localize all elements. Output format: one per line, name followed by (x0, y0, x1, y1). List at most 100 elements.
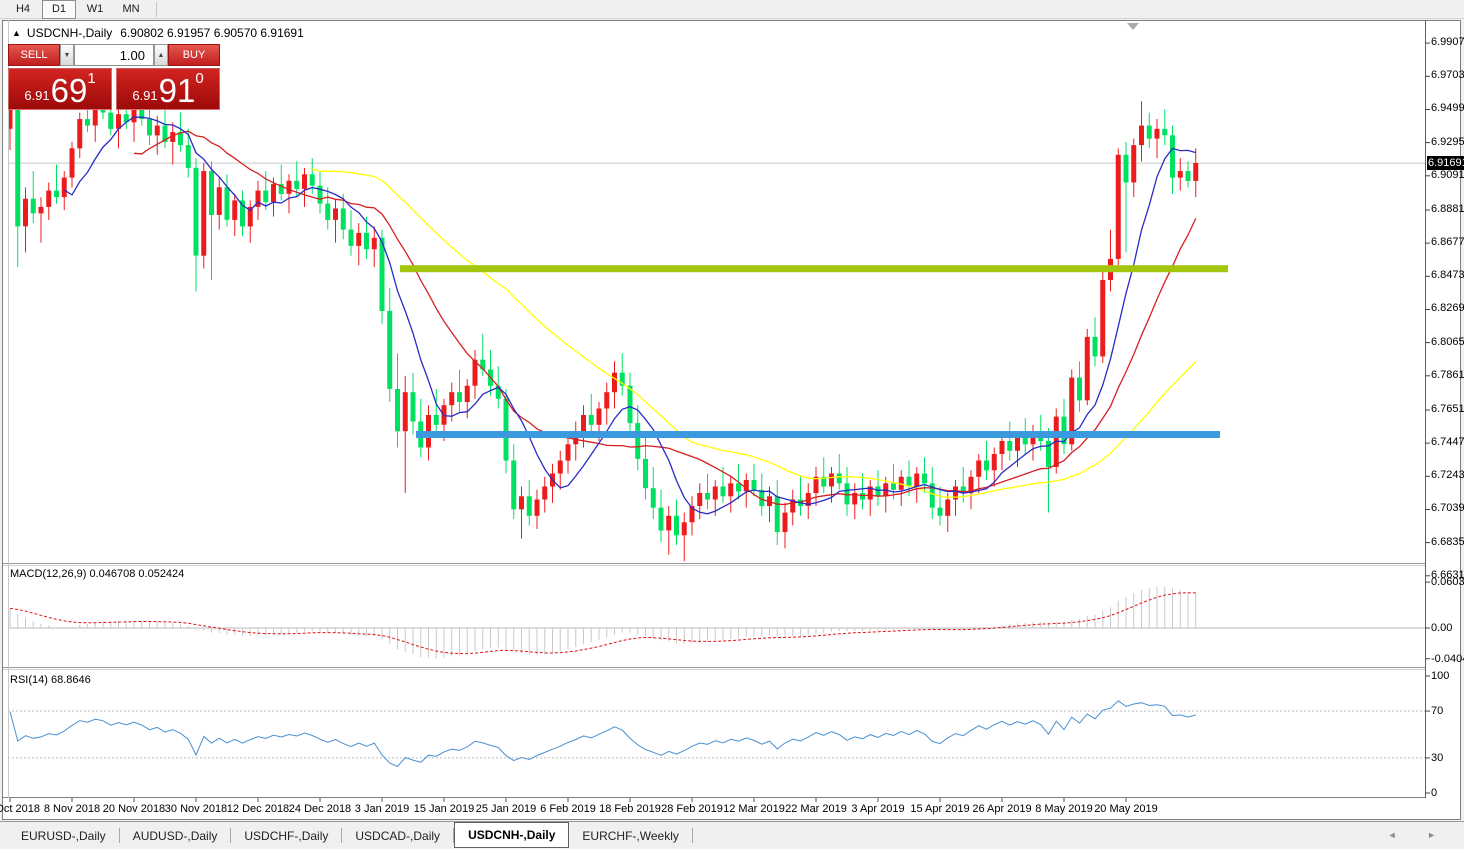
candle-body (333, 208, 338, 220)
candle-body (464, 385, 470, 402)
volume-increase-button[interactable]: ▲ (154, 44, 168, 66)
candle-body (984, 460, 989, 471)
timeframe-button-h4[interactable]: H4 (6, 0, 40, 19)
candle-body (224, 187, 230, 220)
candle-body (565, 444, 571, 461)
candle-body (61, 177, 67, 198)
chart-tab-usdcnh-daily[interactable]: USDCNH-,Daily (454, 822, 570, 848)
price-axis-label: 6.68350 (1431, 536, 1464, 548)
chart-tab-bar: EURUSD-,Daily AUDUSD-,Daily USDCHF-,Daily U… (0, 821, 1464, 849)
candle-body (154, 125, 160, 136)
candle-body (999, 441, 1005, 454)
candle-body (286, 180, 292, 194)
candle-body (410, 392, 416, 422)
candle-body (705, 493, 710, 500)
rsi-axis-label: 70 (1431, 705, 1444, 717)
macd-panel-layer (8, 586, 1425, 659)
sell-price-tile[interactable]: 6.91 69 1 (8, 68, 112, 110)
tab-scroll-arrows[interactable]: ◄ ► (1388, 830, 1450, 840)
volume-input[interactable] (74, 44, 154, 66)
candle-body (557, 460, 563, 474)
candle-body (860, 493, 865, 500)
price-axis-label: 6.90910 (1431, 169, 1464, 181)
candle-body (348, 229, 354, 246)
candle-body (829, 473, 834, 487)
candle-body (433, 415, 439, 425)
chart-tab-eurchf-weekly[interactable]: EURCHF-,Weekly (569, 825, 691, 847)
candle-body (503, 398, 509, 461)
rsi-axis-label: 100 (1431, 670, 1450, 682)
candle-body (240, 200, 245, 227)
candle-body (1193, 163, 1199, 181)
candle-body (1007, 441, 1013, 451)
timeframe-button-d1[interactable]: D1 (42, 0, 76, 19)
volume-decrease-button[interactable]: ▼ (60, 44, 74, 66)
collapse-arrow-icon[interactable]: ▲ (12, 28, 21, 38)
chart-tab-eurusd-daily[interactable]: EURUSD-,Daily (8, 825, 119, 847)
candle-body (232, 200, 238, 220)
sell-price-small: 6.91 (24, 88, 50, 103)
one-click-trade-panel: SELL ▼ ▲ BUY 6.91 69 1 6.91 91 0 (8, 44, 220, 110)
candle-body (209, 171, 214, 215)
symbol-period-label: USDCNH-,Daily (26, 26, 113, 40)
candle-body (1154, 128, 1160, 139)
candle-body (185, 145, 191, 168)
candle-body (945, 499, 951, 516)
candle-body (1131, 145, 1137, 183)
chart-tab-audusd-daily[interactable]: AUDUSD-,Daily (120, 825, 231, 847)
candle-body (402, 392, 408, 432)
rsi-axis-label: 30 (1431, 752, 1444, 764)
candle-body (875, 486, 881, 497)
candle-body (356, 232, 362, 246)
candle-body (395, 389, 400, 432)
resistance-ray[interactable] (400, 265, 1228, 273)
candle-body (666, 515, 672, 531)
candle-body (1077, 377, 1082, 401)
sell-button[interactable]: SELL (8, 44, 60, 66)
chart-title: ▲ USDCNH-,Daily 6.90802 6.91957 6.90570 6.… (12, 26, 304, 40)
candle-body (534, 499, 540, 516)
candle-body (627, 385, 633, 424)
candle-body (650, 488, 656, 508)
buy-price-small: 6.91 (132, 88, 158, 103)
price-axis-label: 6.92950 (1431, 136, 1464, 148)
candle-body (1022, 437, 1028, 445)
candle-body (596, 408, 602, 425)
macd-axis-label: 0.00 (1431, 622, 1453, 634)
candle-body (85, 119, 90, 126)
chart-tab-usdcad-daily[interactable]: USDCAD-,Daily (342, 825, 453, 847)
timeframe-button-w1[interactable]: W1 (78, 0, 112, 19)
candle-body (782, 512, 788, 533)
toolbar-separator (156, 1, 157, 17)
tab-separator (691, 828, 693, 843)
buy-button[interactable]: BUY (168, 44, 220, 66)
candle-body (891, 483, 896, 490)
candle-body (15, 109, 21, 227)
candle-body (612, 372, 617, 393)
candle-body (751, 480, 757, 490)
candle-body (844, 483, 850, 505)
candle-body (201, 171, 207, 256)
price-axis-label: 6.88810 (1431, 203, 1464, 215)
price-axis-label: 6.86770 (1431, 236, 1464, 248)
candle-body (836, 473, 842, 484)
candle-body (914, 473, 920, 487)
candle-body (302, 174, 307, 189)
chart-tab-usdchf-daily[interactable]: USDCHF-,Daily (231, 825, 341, 847)
price-axis-label: 6.82690 (1431, 302, 1464, 314)
macd-indicator-label: MACD(12,26,9) 0.046708 0.052424 (10, 568, 185, 580)
chart-canvas[interactable] (0, 0, 1464, 849)
candle-body (519, 496, 524, 510)
candle-body (1146, 125, 1152, 139)
support-ray[interactable] (416, 431, 1220, 438)
candle-body (1084, 336, 1090, 401)
macd-histogram (9, 586, 1197, 659)
macd-axis-label: -0.040415 (1431, 653, 1464, 665)
candle-body (511, 460, 517, 510)
candle-body (263, 190, 269, 202)
timeframe-button-mn[interactable]: MN (114, 0, 148, 19)
candle-body (922, 473, 927, 484)
scroll-to-end-marker-icon[interactable] (1127, 23, 1139, 30)
buy-price-tile[interactable]: 6.91 91 0 (116, 68, 220, 110)
price-axis-label: 6.78610 (1431, 369, 1464, 381)
